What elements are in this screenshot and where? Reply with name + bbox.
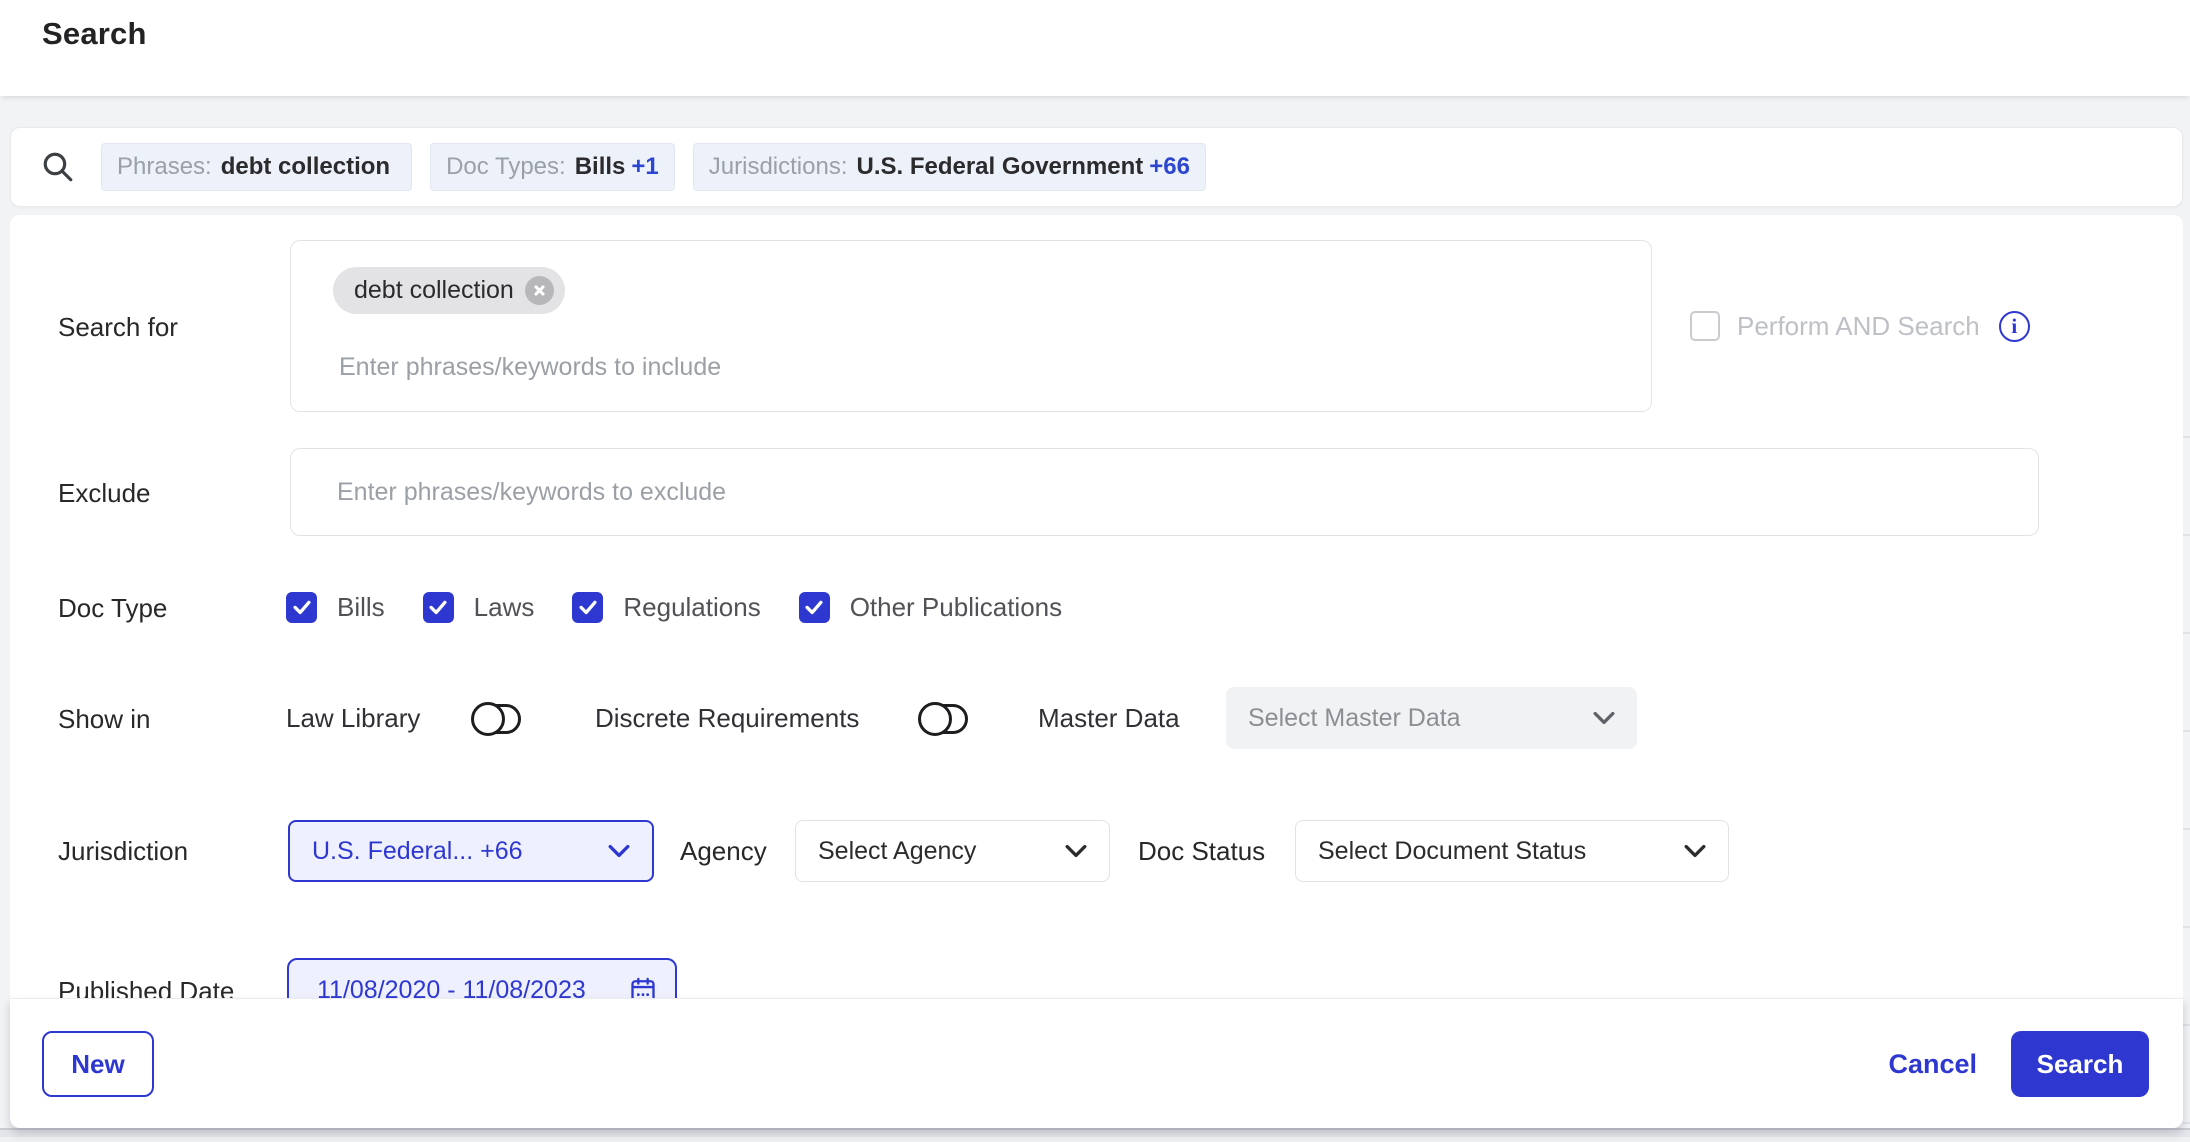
new-button[interactable]: New [42,1031,154,1097]
checkbox-checked-icon[interactable] [572,592,603,623]
exclude-label: Exclude [58,477,151,509]
chip-doc-types-extra: +1 [631,153,658,181]
chip-jurisdictions[interactable]: Jurisdictions: U.S. Federal Government +… [693,143,1206,191]
checkbox-label: Bills [337,592,385,623]
published-date-picker[interactable]: 11/08/2020 - 11/08/2023 [287,958,677,998]
filter-chips: Phrases: debt collection Doc Types: Bill… [101,143,1206,191]
search-button[interactable]: Search [2011,1031,2149,1097]
phrase-tag: debt collection [333,267,565,314]
agency-select-value: Select Agency [818,837,976,866]
checkbox-checked-icon[interactable] [286,592,317,623]
include-placeholder: Enter phrases/keywords to include [339,353,721,382]
search-modal: Search Phrases: debt collection Doc Type… [0,0,2190,1142]
agency-select[interactable]: Select Agency [795,820,1110,882]
chip-doc-types-value: Bills [575,153,626,181]
toggle-knob [918,702,952,736]
background-page-edge [2183,340,2190,1142]
include-input[interactable]: debt collection Enter phrases/keywords t… [290,240,1652,412]
checkbox-checked-icon[interactable] [799,592,830,623]
law-library-toggle[interactable] [471,702,527,736]
remove-phrase-icon[interactable] [525,276,554,305]
doc-type-option-bills[interactable]: Bills [286,592,385,623]
and-search-label: Perform AND Search [1737,311,1980,342]
search-icon [41,150,75,184]
jurisdiction-label: Jurisdiction [58,835,188,867]
checkbox-label: Laws [474,592,535,623]
chip-doc-types-label: Doc Types: [446,153,566,181]
doc-status-select-value: Select Document Status [1318,837,1586,866]
doc-type-options: Bills Laws Regulations Other Publication… [286,590,1062,624]
checkbox-label: Other Publications [850,592,1062,623]
cancel-button[interactable]: Cancel [1888,1049,1977,1080]
perform-and-search: Perform AND Search [1690,309,2030,343]
chip-jurisdictions-label: Jurisdictions: [709,153,848,181]
show-in-label: Show in [58,703,151,735]
master-data-select[interactable]: Select Master Data [1226,687,1637,749]
search-form-panel: Search for debt collection Enter phrases… [10,215,2183,998]
checkbox-label: Regulations [623,592,760,623]
page-title: Search [42,16,147,52]
published-date-value: 11/08/2020 - 11/08/2023 [317,976,586,999]
doc-type-option-laws[interactable]: Laws [423,592,535,623]
discrete-requirements-label: Discrete Requirements [595,703,859,734]
footer-actions: Cancel Search [1888,1031,2149,1097]
master-data-label: Master Data [1038,703,1180,734]
law-library-label: Law Library [286,703,420,734]
chip-phrases-label: Phrases: [117,153,212,181]
published-date-label: Published Date [58,975,234,998]
doc-type-label: Doc Type [58,592,167,624]
jurisdiction-select[interactable]: U.S. Federal... +66 [288,820,654,882]
chip-phrases[interactable]: Phrases: debt collection [101,143,412,191]
phrase-tag-text: debt collection [354,276,514,305]
chip-doc-types[interactable]: Doc Types: Bills +1 [430,143,675,191]
modal-footer: New Cancel Search [10,998,2183,1128]
jurisdiction-select-value: U.S. Federal... +66 [312,837,523,866]
master-data-select-value: Select Master Data [1248,704,1461,733]
bottom-shadow [0,1128,2190,1142]
chevron-down-icon [1593,711,1615,725]
info-icon[interactable] [1999,311,2030,342]
chevron-down-icon [1684,844,1706,858]
chip-jurisdictions-value: U.S. Federal Government [856,153,1143,181]
doc-status-label: Doc Status [1138,835,1265,867]
checkbox-checked-icon[interactable] [423,592,454,623]
toggle-knob [471,702,505,736]
chip-phrases-value: debt collection [221,153,390,181]
doc-type-option-regulations[interactable]: Regulations [572,592,760,623]
chevron-down-icon [1065,844,1087,858]
calendar-icon [629,976,657,998]
discrete-requirements-toggle[interactable] [918,702,974,736]
chevron-down-icon [608,844,630,858]
chip-jurisdictions-extra: +66 [1149,153,1190,181]
search-summary-bar: Phrases: debt collection Doc Types: Bill… [10,127,2183,207]
doc-type-option-other-publications[interactable]: Other Publications [799,592,1062,623]
search-for-label: Search for [58,311,178,343]
and-search-checkbox[interactable] [1690,311,1720,341]
doc-status-select[interactable]: Select Document Status [1295,820,1729,882]
page-header: Search [0,0,2190,96]
agency-label: Agency [680,835,767,867]
exclude-input[interactable] [290,448,2039,536]
